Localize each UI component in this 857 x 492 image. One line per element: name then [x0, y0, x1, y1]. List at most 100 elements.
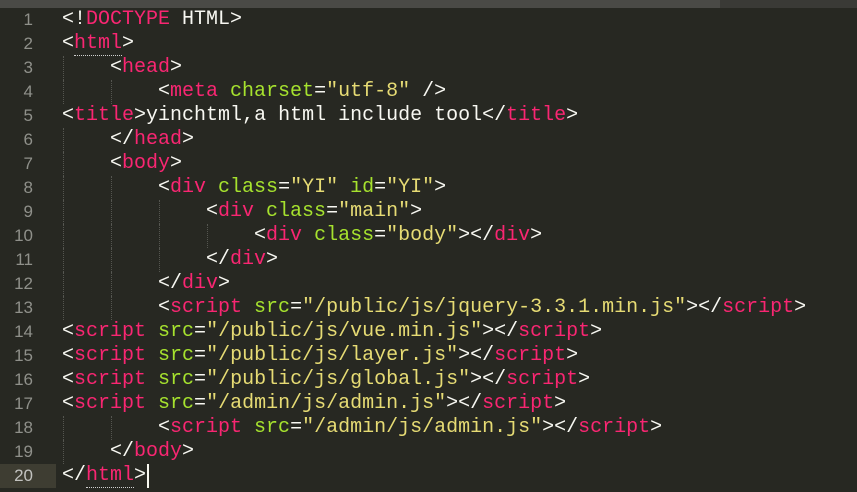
code-line[interactable]: <body>: [62, 152, 182, 176]
code-line[interactable]: </body>: [62, 440, 194, 464]
token-tag: body: [122, 152, 171, 175]
token-tag: head: [134, 128, 183, 151]
token-tag: script: [482, 392, 555, 415]
code-line[interactable]: <meta charset="utf-8" />: [62, 80, 446, 104]
token-text: yinchtml,a html include tool: [146, 104, 483, 127]
token-str: "/admin/js/admin.js": [302, 416, 543, 439]
token-punct: =: [194, 344, 207, 367]
indent-guide: [63, 296, 64, 320]
code-line[interactable]: <html>: [62, 32, 134, 56]
indent-guide: [63, 128, 64, 152]
token-punct: >: [182, 128, 195, 151]
indent-guide: [207, 224, 208, 248]
token-tag: title: [506, 104, 567, 127]
code-line[interactable]: </div>: [62, 248, 278, 272]
token-tag: div: [230, 248, 267, 271]
code-line[interactable]: <script src="/public/js/layer.js"></scri…: [62, 344, 578, 368]
token-punct: <: [62, 296, 171, 319]
token-punct: >: [134, 104, 147, 127]
token-punct: <: [62, 344, 75, 367]
token-attr: src: [146, 368, 195, 391]
token-tag: script: [722, 296, 795, 319]
code-line[interactable]: <script src="/public/js/vue.min.js"></sc…: [62, 320, 602, 344]
indent-guide: [111, 200, 112, 224]
token-punct: =: [326, 200, 339, 223]
line-number: 13: [14, 298, 33, 317]
token-str: "/public/js/vue.min.js": [206, 320, 483, 343]
line-number: 18: [14, 418, 33, 437]
indent-guide: [63, 440, 64, 464]
file-tab[interactable]: [0, 0, 720, 8]
token-attr: class: [206, 176, 279, 199]
indent-guide: [159, 224, 160, 248]
line-number-gutter: 1 2 3 4 5 6 7 8 9 10 11 12 13 14 15 16 17 18 19 20: [0, 8, 56, 492]
token-punct: >: [170, 152, 183, 175]
token-punct: </: [62, 272, 183, 295]
line-number: 11: [15, 250, 33, 269]
token-tag: DOCTYPE: [86, 8, 171, 31]
indent-guide: [111, 272, 112, 296]
code-line[interactable]: <script src="/admin/js/admin.js"></scrip…: [62, 416, 662, 440]
token-punct: ></: [458, 344, 495, 367]
indent-guide: [63, 80, 64, 104]
token-tag: body: [134, 440, 183, 463]
token-punct: =: [290, 296, 303, 319]
token-punct: >: [182, 440, 195, 463]
token-tag: meta: [170, 80, 219, 103]
token-punct: >: [794, 296, 807, 319]
token-punct: ></: [470, 368, 507, 391]
indent-guide: [111, 296, 112, 320]
line-number: 4: [23, 82, 33, 101]
token-punct: <: [62, 200, 219, 223]
code-line[interactable]: </head>: [62, 128, 194, 152]
code-line[interactable]: <div class="main">: [62, 200, 422, 224]
token-punct: </: [482, 104, 507, 127]
indent-guide: [63, 200, 64, 224]
token-tag: script: [74, 392, 147, 415]
token-punct: <: [62, 224, 267, 247]
line-number: 16: [14, 370, 33, 389]
line-number: 3: [23, 58, 33, 77]
code-line[interactable]: <head>: [62, 56, 182, 80]
token-punct: </: [62, 128, 135, 151]
token-str: "/admin/js/admin.js": [206, 392, 447, 415]
token-tag: script: [74, 368, 147, 391]
token-punct: <: [62, 56, 123, 79]
indent-guide: [111, 416, 112, 440]
token-tag: div: [266, 224, 303, 247]
code-line[interactable]: <!DOCTYPE HTML>: [62, 8, 242, 32]
code-line[interactable]: <title>yinchtml,a html include tool</tit…: [62, 104, 578, 128]
code-line[interactable]: <div class="body"></div>: [62, 224, 542, 248]
line-number: 1: [23, 10, 33, 29]
code-line[interactable]: <div class="YI" id="YI">: [62, 176, 446, 200]
line-number: 20: [0, 464, 56, 488]
token-str: "/public/js/layer.js": [206, 344, 459, 367]
token-attr: src: [242, 416, 291, 439]
token-punct: ></: [482, 320, 519, 343]
token-punct: <!: [62, 8, 87, 31]
token-tag: script: [494, 344, 567, 367]
token-attr: class: [302, 224, 375, 247]
code-line[interactable]: <script src="/public/js/jquery-3.3.1.min…: [62, 296, 806, 320]
indent-guide: [63, 272, 64, 296]
token-tag: div: [170, 176, 207, 199]
indent-guide: [111, 224, 112, 248]
token-punct: >: [170, 56, 183, 79]
indent-guide: [63, 248, 64, 272]
token-tag: script: [506, 368, 579, 391]
token-punct: </: [62, 248, 231, 271]
token-tag: head: [122, 56, 171, 79]
code-line[interactable]: <script src="/public/js/global.js"></scr…: [62, 368, 590, 392]
token-str: "/public/js/global.js": [206, 368, 471, 391]
code-line[interactable]: <script src="/admin/js/admin.js"></scrip…: [62, 392, 566, 416]
token-punct: >: [530, 224, 543, 247]
line-number: 10: [14, 226, 33, 245]
code-line[interactable]: </html>: [62, 464, 146, 488]
token-punct: >: [590, 320, 603, 343]
token-tag: html: [74, 32, 123, 56]
code-line[interactable]: </div>: [62, 272, 230, 296]
indent-guide: [63, 224, 64, 248]
token-punct: =: [290, 416, 303, 439]
line-number: 9: [23, 202, 33, 221]
token-tag: div: [494, 224, 531, 247]
